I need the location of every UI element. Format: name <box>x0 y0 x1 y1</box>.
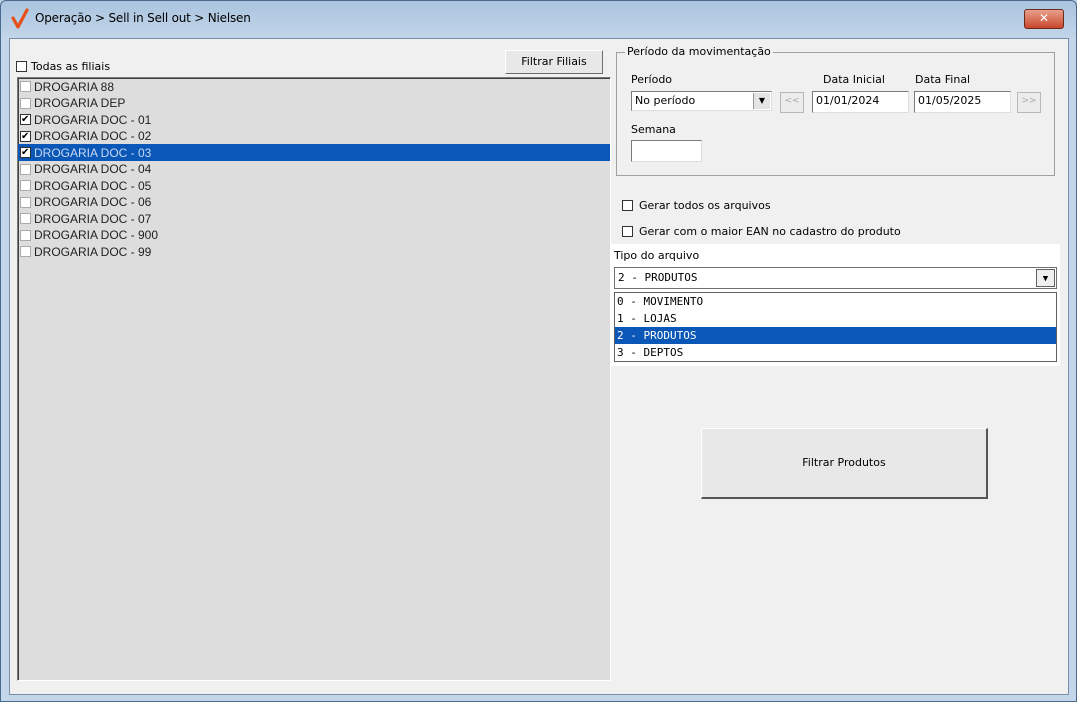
todas-filiais-checkbox[interactable]: Todas as filiais <box>16 59 110 73</box>
semana-input[interactable] <box>631 140 702 162</box>
checkbox-box[interactable] <box>16 61 27 72</box>
data-final-label: Data Final <box>915 73 971 86</box>
filial-label: DROGARIA DOC - 900 <box>34 228 159 243</box>
filial-list-item[interactable]: DROGARIA DOC - 06 <box>18 194 610 211</box>
filial-label: DROGARIA DOC - 06 <box>34 195 152 210</box>
gerar-ean-label: Gerar com o maior EAN no cadastro do pro… <box>639 224 901 238</box>
tipo-arquivo-option[interactable]: 1 - LOJAS <box>615 310 1056 327</box>
main-window: Operação > Sell in Sell out > Nielsen ✕ … <box>0 0 1077 702</box>
window-title: Operação > Sell in Sell out > Nielsen <box>35 11 251 25</box>
periodo-group-label: Período da movimentação <box>625 45 773 58</box>
filtrar-filiais-button[interactable]: Filtrar Filiais <box>505 50 603 74</box>
close-button[interactable]: ✕ <box>1024 9 1064 29</box>
filtrar-produtos-button[interactable]: Filtrar Produtos <box>701 428 988 499</box>
tipo-arquivo-value: 2 - PRODUTOS <box>618 271 698 284</box>
checkbox-box[interactable] <box>622 225 633 237</box>
filial-label: DROGARIA 88 <box>34 79 115 94</box>
chevron-down-icon[interactable]: ▼ <box>753 93 770 109</box>
filial-list-item[interactable]: DROGARIA DOC - 900 <box>18 227 610 244</box>
periodo-select[interactable]: No período ▼ <box>631 91 772 111</box>
todas-filiais-label: Todas as filiais <box>31 60 111 73</box>
filial-list-item[interactable]: DROGARIA DOC - 01 <box>18 111 610 128</box>
filial-label: DROGARIA DOC - 99 <box>34 244 152 259</box>
prev-period-button[interactable]: << <box>780 92 804 113</box>
client-area: Todas as filiais Filtrar Filiais DROGARI… <box>9 38 1069 695</box>
filiais-list[interactable]: DROGARIA 88 DROGARIA DEPDROGARIA DOC - 01… <box>17 77 611 681</box>
gerar-ean-checkbox[interactable]: Gerar com o maior EAN no cadastro do pro… <box>622 224 901 238</box>
filial-label: DROGARIA DOC - 01 <box>34 112 152 127</box>
data-inicial-input[interactable]: 01/01/2024 <box>812 91 909 113</box>
filial-label: DROGARIA DOC - 02 <box>34 129 152 144</box>
filial-list-item[interactable]: DROGARIA DOC - 07 <box>18 210 610 227</box>
filial-list-item[interactable]: DROGARIA DOC - 03 <box>18 144 610 161</box>
periodo-value: No período <box>635 94 696 107</box>
filial-list-item[interactable]: DROGARIA DOC - 04 <box>18 161 610 178</box>
chevron-down-icon[interactable]: ▼ <box>1036 269 1055 287</box>
filial-checkbox[interactable] <box>20 196 31 208</box>
filial-label: DROGARIA DEP <box>34 96 126 111</box>
data-inicial-label: Data Inicial <box>823 73 885 86</box>
data-final-input[interactable]: 01/05/2025 <box>914 91 1011 113</box>
tipo-arquivo-option[interactable]: 0 - MOVIMENTO <box>615 293 1056 310</box>
tipo-arquivo-select[interactable]: 2 - PRODUTOS ▼ <box>614 267 1057 289</box>
filial-label: DROGARIA DOC - 05 <box>34 178 152 193</box>
filial-list-item[interactable]: DROGARIA DOC - 02 <box>18 128 610 145</box>
filial-list-item[interactable]: DROGARIA 88 <box>18 78 610 95</box>
filial-list-item[interactable]: DROGARIA DEP <box>18 95 610 112</box>
filial-checkbox[interactable] <box>20 246 31 258</box>
close-icon: ✕ <box>1038 11 1050 25</box>
gerar-todos-label: Gerar todos os arquivos <box>639 198 771 212</box>
filial-label: DROGARIA DOC - 07 <box>34 211 152 226</box>
tipo-arquivo-option[interactable]: 3 - DEPTOS <box>615 344 1056 361</box>
periodo-label: Período <box>631 73 673 86</box>
filial-list-item[interactable]: DROGARIA DOC - 99 <box>18 243 610 260</box>
filial-checkbox[interactable] <box>20 213 31 225</box>
filial-checkbox[interactable] <box>20 180 31 192</box>
app-logo-icon <box>11 8 29 29</box>
title-bar[interactable]: Operação > Sell in Sell out > Nielsen ✕ <box>1 1 1076 35</box>
gerar-todos-checkbox[interactable]: Gerar todos os arquivos <box>622 198 771 212</box>
filial-checkbox[interactable] <box>20 81 31 93</box>
filial-checkbox[interactable] <box>20 145 31 161</box>
filial-label: DROGARIA DOC - 03 <box>34 145 152 160</box>
checkbox-box[interactable] <box>622 199 633 211</box>
semana-label: Semana <box>631 123 676 136</box>
filial-label: DROGARIA DOC - 04 <box>34 162 152 177</box>
filial-checkbox[interactable] <box>20 97 31 109</box>
filial-checkbox[interactable] <box>20 112 31 128</box>
filial-checkbox[interactable] <box>20 229 31 241</box>
tipo-arquivo-options[interactable]: 0 - MOVIMENTO 1 - LOJAS 2 - PRODUTOS 3 - DE… <box>614 292 1057 362</box>
filial-list-item[interactable]: DROGARIA DOC - 05 <box>18 177 610 194</box>
filial-checkbox[interactable] <box>20 129 31 145</box>
filial-checkbox[interactable] <box>20 163 31 175</box>
next-period-button[interactable]: >> <box>1017 92 1041 113</box>
tipo-arquivo-label: Tipo do arquivo <box>614 249 700 262</box>
tipo-arquivo-option[interactable]: 2 - PRODUTOS <box>615 327 1056 344</box>
